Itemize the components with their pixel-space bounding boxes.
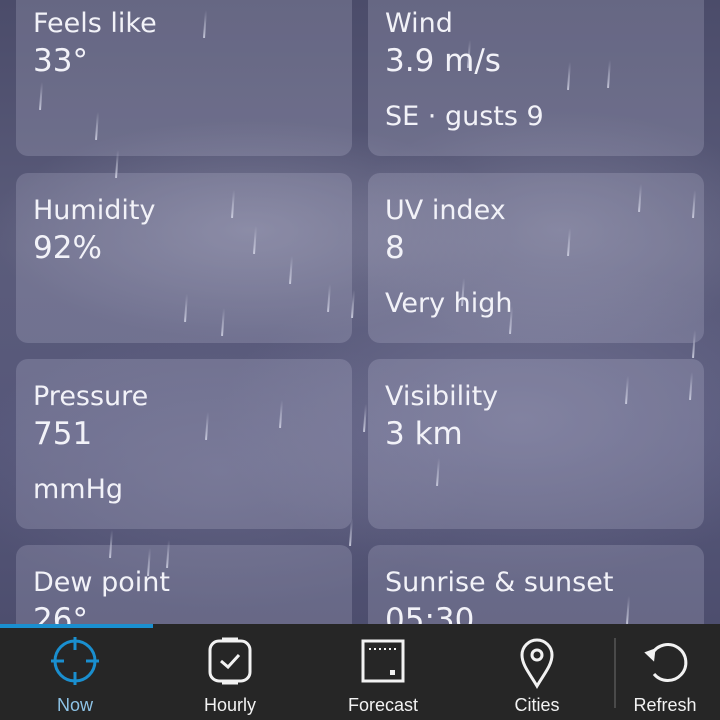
pressure-value: 751 — [33, 416, 93, 452]
uv-index-card[interactable]: UV index 8 Very high — [368, 173, 704, 343]
uv-index-label: UV index — [385, 195, 506, 226]
feels-like-value: 33° — [33, 43, 88, 79]
visibility-card[interactable]: Visibility 3 km — [368, 359, 704, 529]
tab-forecast-label: Forecast — [347, 695, 419, 715]
refresh-button[interactable]: Refresh — [590, 624, 720, 720]
uv-index-level: Very high — [385, 288, 513, 319]
wind-card[interactable]: Wind 3.9 m/s SE · gusts 9 — [368, 0, 704, 156]
tab-hourly-label: Hourly — [203, 695, 256, 715]
humidity-card[interactable]: Humidity 92% — [16, 173, 352, 343]
wind-value: 3.9 m/s — [385, 43, 501, 79]
tab-forecast[interactable]: Forecast — [308, 624, 458, 720]
refresh-icon — [644, 643, 688, 682]
pressure-card[interactable]: Pressure 751 mmHg — [16, 359, 352, 529]
tab-hourly[interactable]: Hourly — [155, 624, 305, 720]
pressure-label: Pressure — [33, 381, 149, 412]
tab-now[interactable]: Now — [0, 624, 150, 720]
wind-direction-gusts: SE · gusts 9 — [385, 101, 544, 132]
uv-index-value: 8 — [385, 230, 405, 266]
calendar-icon — [361, 639, 405, 683]
sunrise-sunset-label: Sunrise & sunset — [385, 567, 614, 598]
pressure-unit: mmHg — [33, 474, 124, 505]
visibility-label: Visibility — [385, 381, 499, 412]
wind-label: Wind — [385, 8, 453, 39]
humidity-label: Humidity — [33, 195, 156, 226]
refresh-label: Refresh — [633, 695, 697, 715]
humidity-value: 92% — [33, 230, 102, 266]
crosshair-icon — [51, 637, 99, 685]
tab-now-label: Now — [56, 695, 93, 715]
tab-divider — [614, 638, 616, 708]
dew-point-label: Dew point — [33, 567, 170, 598]
feels-like-card[interactable]: Feels like 33° — [16, 0, 352, 156]
bottom-tab-bar: Now Hourly Forecast Cities Refresh — [0, 624, 720, 720]
clock-icon — [208, 637, 252, 685]
feels-like-label: Feels like — [33, 8, 157, 39]
visibility-value: 3 km — [385, 416, 463, 452]
location-pin-icon — [520, 638, 554, 689]
